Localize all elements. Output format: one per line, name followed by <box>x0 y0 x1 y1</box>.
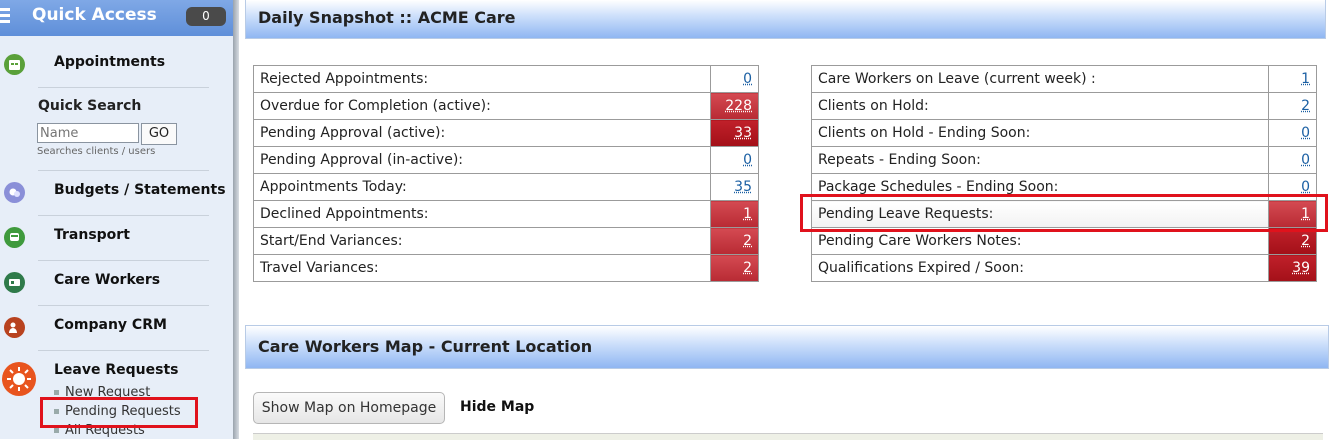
sun-icon <box>2 362 36 396</box>
row-value-link[interactable]: 2 <box>1268 92 1317 120</box>
row-label: Overdue for Completion (active): <box>253 92 711 120</box>
row-value-link[interactable]: 33 <box>710 119 759 147</box>
row-value-link[interactable]: 0 <box>1268 119 1317 147</box>
daily-snapshot-header: Daily Snapshot :: ACME Care <box>245 0 1326 39</box>
quick-access-sidebar: Quick Access 0 Appointments Quick Search… <box>0 0 234 439</box>
row-label: Start/End Variances: <box>253 227 711 255</box>
bullet-icon <box>54 428 59 433</box>
row-label: Declined Appointments: <box>253 200 711 228</box>
sidebar-item-leave-requests[interactable]: Leave Requests <box>54 362 178 378</box>
crm-icon <box>4 317 25 338</box>
quick-access-title: Quick Access <box>32 5 157 25</box>
menu-icon[interactable] <box>0 8 10 26</box>
divider <box>38 215 209 216</box>
table-row: Pending Approval (in-active): 0 <box>253 146 759 174</box>
table-row: Overdue for Completion (active): 228 <box>253 92 759 120</box>
sidebar-item-budgets[interactable]: Budgets / Statements <box>54 182 226 198</box>
highlight-box <box>800 194 1328 232</box>
sidebar-item-transport[interactable]: Transport <box>54 227 130 243</box>
row-label: Rejected Appointments: <box>253 65 711 93</box>
divider <box>38 305 209 306</box>
budget-icon <box>4 182 25 203</box>
row-value-link[interactable]: 0 <box>710 65 759 93</box>
table-row: Clients on Hold - Ending Soon: 0 <box>811 119 1317 147</box>
sidebar-item-care-workers[interactable]: Care Workers <box>54 272 160 288</box>
table-row: Care Workers on Leave (current week) :1 <box>811 65 1317 93</box>
daily-snapshot-title: Daily Snapshot :: ACME Care <box>258 8 516 27</box>
table-row: Repeats - Ending Soon: 0 <box>811 146 1317 174</box>
divider <box>38 350 209 351</box>
quick-search-title: Quick Search <box>38 98 142 114</box>
row-label: Clients on Hold: <box>811 92 1269 120</box>
row-value-link[interactable]: 1 <box>710 200 759 228</box>
row-value-link[interactable]: 228 <box>710 92 759 120</box>
sidebar-edge <box>233 0 239 439</box>
row-value-link[interactable]: 1 <box>1268 65 1317 93</box>
snapshot-left-table: Rejected Appointments: 0 Overdue for Comp… <box>253 65 759 282</box>
row-label: Pending Approval (in-active): <box>253 146 711 174</box>
bullet-icon <box>54 390 59 395</box>
table-row: Start/End Variances: 2 <box>253 227 759 255</box>
row-value-link[interactable]: 2 <box>710 254 759 282</box>
row-value-link[interactable]: 39 <box>1268 254 1317 282</box>
row-label: Appointments Today: <box>253 173 711 201</box>
row-label: Qualifications Expired / Soon: <box>811 254 1269 282</box>
table-row: Declined Appointments: 1 <box>253 200 759 228</box>
sidebar-item-company-crm[interactable]: Company CRM <box>54 317 167 333</box>
row-value-link[interactable]: 0 <box>1268 146 1317 174</box>
show-map-on-homepage-button[interactable]: Show Map on Homepage <box>253 392 445 424</box>
table-row: Rejected Appointments: 0 <box>253 65 759 93</box>
table-row: Travel Variances: 2 <box>253 254 759 282</box>
row-value-link[interactable]: 0 <box>710 146 759 174</box>
bus-icon <box>4 227 25 248</box>
highlight-box <box>40 397 198 428</box>
table-row: Pending Approval (active): 33 <box>253 119 759 147</box>
quick-search-hint: Searches clients / users <box>37 146 156 157</box>
table-row: Qualifications Expired / Soon: 39 <box>811 254 1317 282</box>
divider <box>38 260 209 261</box>
row-label: Care Workers on Leave (current week) : <box>811 65 1269 93</box>
sidebar-item-appointments[interactable]: Appointments <box>54 54 165 70</box>
row-label: Travel Variances: <box>253 254 711 282</box>
table-row: Clients on Hold: 2 <box>811 92 1317 120</box>
hide-map-link[interactable]: Hide Map <box>460 399 534 415</box>
quick-access-header[interactable]: Quick Access 0 <box>0 0 233 36</box>
care-workers-map-header: Care Workers Map - Current Location <box>245 325 1329 369</box>
quick-access-count-badge: 0 <box>186 7 226 26</box>
snapshot-right-table: Care Workers on Leave (current week) :1 … <box>811 65 1317 282</box>
quick-search-input[interactable] <box>37 123 139 143</box>
id-card-icon <box>4 272 25 293</box>
divider <box>38 170 209 171</box>
row-value-link[interactable]: 35 <box>710 173 759 201</box>
divider <box>38 87 209 88</box>
quick-search-go-button[interactable]: GO <box>141 123 177 145</box>
table-row: Appointments Today: 35 <box>253 173 759 201</box>
row-label: Clients on Hold - Ending Soon: <box>811 119 1269 147</box>
row-value-link[interactable]: 2 <box>710 227 759 255</box>
row-label: Pending Approval (active): <box>253 119 711 147</box>
row-label: Repeats - Ending Soon: <box>811 146 1269 174</box>
care-workers-map-title: Care Workers Map - Current Location <box>258 337 593 356</box>
calendar-icon <box>4 54 25 75</box>
